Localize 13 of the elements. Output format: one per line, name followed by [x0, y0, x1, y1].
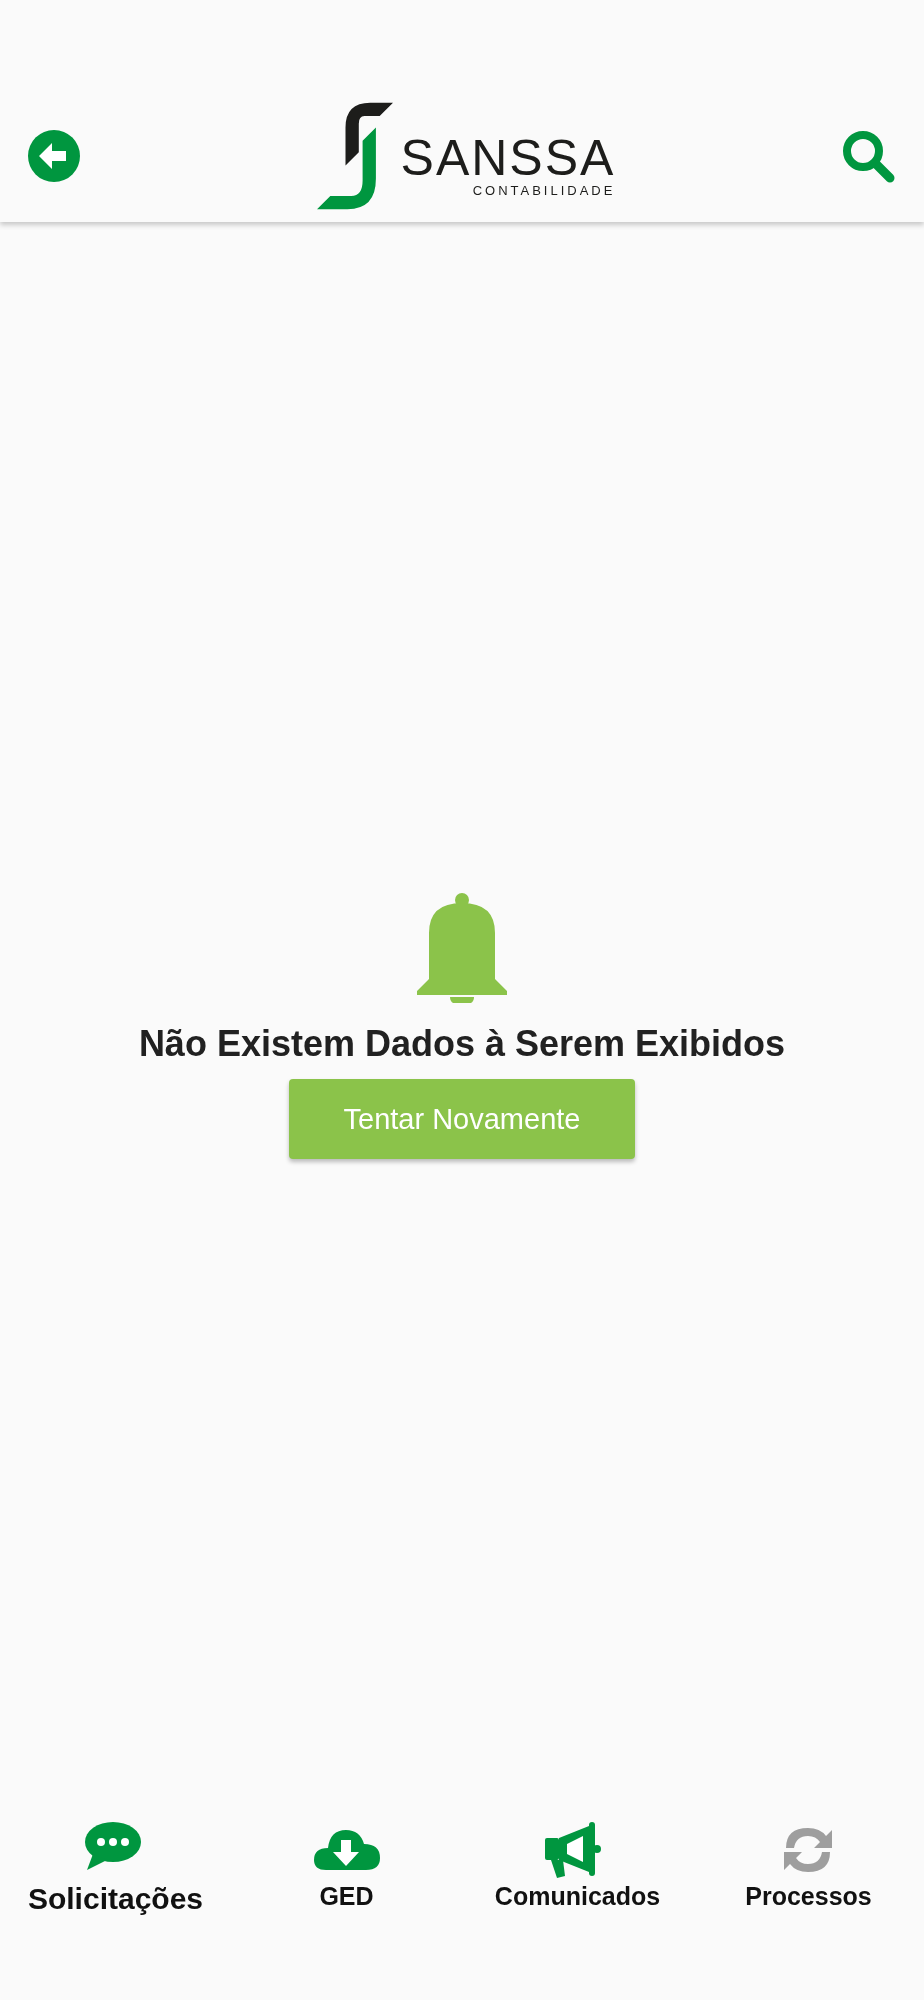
nav-tab[interactable]: GED	[231, 1820, 462, 1911]
logo-name: SANSSA	[400, 133, 616, 184]
nav-tab[interactable]: Comunicados	[462, 1820, 693, 1911]
tab-label: Solicitações	[27, 1882, 204, 1916]
search-icon[interactable]	[840, 128, 896, 184]
bell-icon	[417, 893, 507, 1003]
back-icon[interactable]	[28, 130, 80, 182]
nav-tab[interactable]: Solicitações	[0, 1820, 231, 1916]
logo-tagline: CONTABILIDADE	[472, 183, 616, 199]
tab-label: Processos	[745, 1882, 872, 1911]
tab-label: GED	[319, 1882, 374, 1911]
tab-label: Comunicados	[494, 1882, 661, 1911]
empty-message: Não Existem Dados à Serem Exibidos	[138, 1023, 786, 1065]
